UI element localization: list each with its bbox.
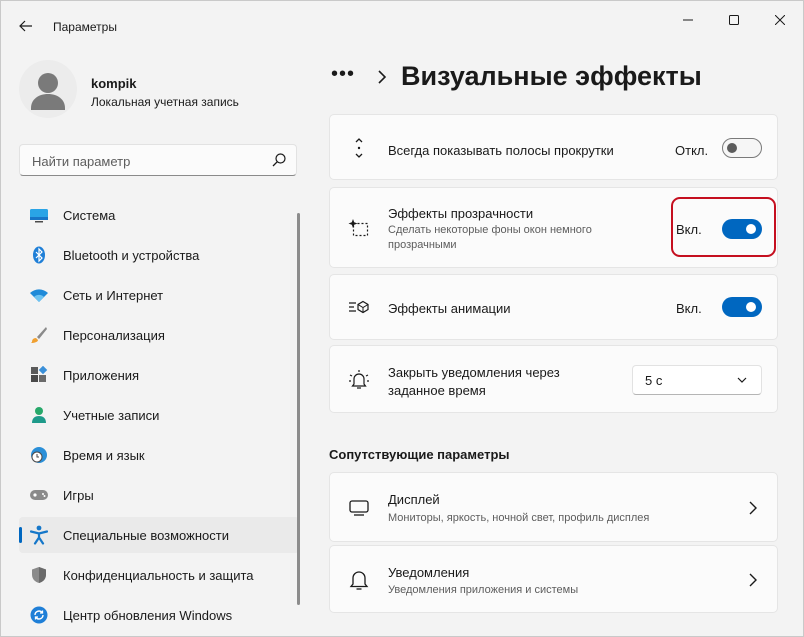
minimize-button[interactable] (665, 7, 711, 33)
maximize-button[interactable] (711, 7, 757, 33)
breadcrumb-more-button[interactable]: ••• (331, 63, 355, 86)
update-icon (29, 606, 49, 624)
scrollbars-state: Откл. (675, 143, 709, 158)
sidebar-nav: Система Bluetooth и устройства Сеть и Ин… (19, 197, 299, 636)
display-title: Дисплей (388, 492, 440, 507)
maximize-icon (729, 15, 739, 25)
sidebar-item-label: Сеть и Интернет (63, 288, 164, 303)
sidebar-item-accessibility[interactable]: Специальные возможности (19, 517, 299, 553)
sidebar-item-label: Центр обновления Windows (63, 608, 233, 623)
app-title: Параметры (53, 20, 117, 34)
related-item-display[interactable]: Дисплей Мониторы, яркость, ночной свет, … (329, 472, 778, 542)
close-icon (775, 15, 785, 25)
toggle-knob (746, 302, 756, 312)
avatar[interactable] (19, 60, 77, 118)
bluetooth-icon (29, 246, 49, 264)
transparency-icon (348, 217, 370, 239)
sidebar-item-privacy[interactable]: Конфиденциальность и защита (19, 557, 299, 593)
related-settings-heading: Сопутствующие параметры (329, 447, 510, 462)
setting-card-notifications-timeout: Закрыть уведомления через заданное время… (329, 345, 778, 413)
search-icon (272, 153, 286, 167)
back-button[interactable] (15, 15, 37, 37)
title-bar: Параметры (1, 1, 803, 47)
animation-title: Эффекты анимации (388, 301, 511, 316)
sidebar-item-label: Bluetooth и устройства (63, 248, 200, 263)
sidebar-item-gaming[interactable]: Игры (19, 477, 299, 513)
sidebar-item-accounts[interactable]: Учетные записи (19, 397, 299, 433)
bell-sparkle-icon (348, 369, 370, 391)
person-icon (29, 406, 49, 424)
wifi-icon (29, 286, 49, 304)
close-button[interactable] (757, 7, 803, 33)
sidebar-item-time-language[interactable]: Время и язык (19, 437, 299, 473)
settings-window: Параметры kompik Локальная учетная запис… (0, 0, 804, 637)
sidebar-item-label: Система (63, 208, 116, 223)
toggle-knob (727, 143, 737, 153)
chevron-down-icon (737, 377, 747, 383)
back-arrow-icon (19, 20, 32, 32)
shield-icon (29, 566, 49, 584)
globe-clock-icon (29, 446, 49, 464)
search-input[interactable] (30, 151, 264, 171)
monitor-icon (29, 206, 49, 224)
dropdown-value: 5 с (645, 373, 663, 388)
setting-card-animation: Эффекты анимации Вкл. (329, 274, 778, 340)
chevron-right-icon (749, 501, 757, 515)
animation-toggle[interactable] (722, 297, 762, 317)
scroll-arrows-icon (348, 137, 370, 159)
search-box[interactable] (19, 144, 297, 176)
apps-icon (29, 366, 49, 384)
brush-icon (29, 326, 49, 344)
minimize-icon (683, 19, 693, 21)
breadcrumb-chevron-icon (378, 70, 387, 84)
setting-card-scrollbars: Всегда показывать полосы прокрутки Откл. (329, 114, 778, 180)
sidebar-scrollbar[interactable] (297, 213, 300, 605)
transparency-subtitle: Сделать некоторые фоны окон немного проз… (388, 224, 592, 251)
notifications-timeout-dropdown[interactable]: 5 с (632, 365, 762, 395)
sidebar-item-label: Игры (63, 488, 94, 503)
sidebar-item-bluetooth[interactable]: Bluetooth и устройства (19, 237, 299, 273)
sidebar-item-personalization[interactable]: Персонализация (19, 317, 299, 353)
notifications-timeout-title: Закрыть уведомления через заданное время (388, 365, 560, 398)
related-item-notifications[interactable]: Уведомления Уведомления приложения и сис… (329, 545, 778, 613)
notifications-subtitle: Уведомления приложения и системы (388, 584, 579, 596)
bell-icon (348, 569, 370, 591)
sidebar-item-network[interactable]: Сеть и Интернет (19, 277, 299, 313)
transparency-title: Эффекты прозрачности (388, 206, 534, 221)
page-title: Визуальные эффекты (401, 61, 702, 91)
notifications-title: Уведомления (388, 565, 470, 580)
highlight-annotation (671, 197, 776, 257)
display-subtitle: Мониторы, яркость, ночной свет, профиль … (388, 512, 650, 524)
scrollbars-title: Всегда показывать полосы прокрутки (388, 143, 614, 158)
accessibility-icon (29, 525, 49, 545)
scrollbars-toggle[interactable] (722, 138, 762, 158)
user-name: kompik (91, 76, 137, 91)
animation-icon (348, 296, 370, 318)
account-type: Локальная учетная запись (91, 95, 239, 109)
sidebar-item-apps[interactable]: Приложения (19, 357, 299, 393)
user-placeholder-icon (31, 73, 65, 110)
sidebar-item-label: Время и язык (63, 448, 145, 463)
sidebar-item-label: Учетные записи (63, 408, 160, 423)
chevron-right-icon (749, 573, 757, 587)
sidebar-item-label: Персонализация (63, 328, 165, 343)
display-icon (348, 497, 370, 519)
sidebar-item-windows-update[interactable]: Центр обновления Windows (19, 597, 299, 633)
sidebar-item-label: Приложения (63, 368, 140, 383)
animation-state: Вкл. (676, 301, 702, 316)
sidebar-item-system[interactable]: Система (19, 197, 299, 233)
sidebar-item-label: Конфиденциальность и защита (63, 568, 254, 583)
sidebar-item-label: Специальные возможности (63, 528, 229, 543)
gamepad-icon (29, 486, 49, 504)
